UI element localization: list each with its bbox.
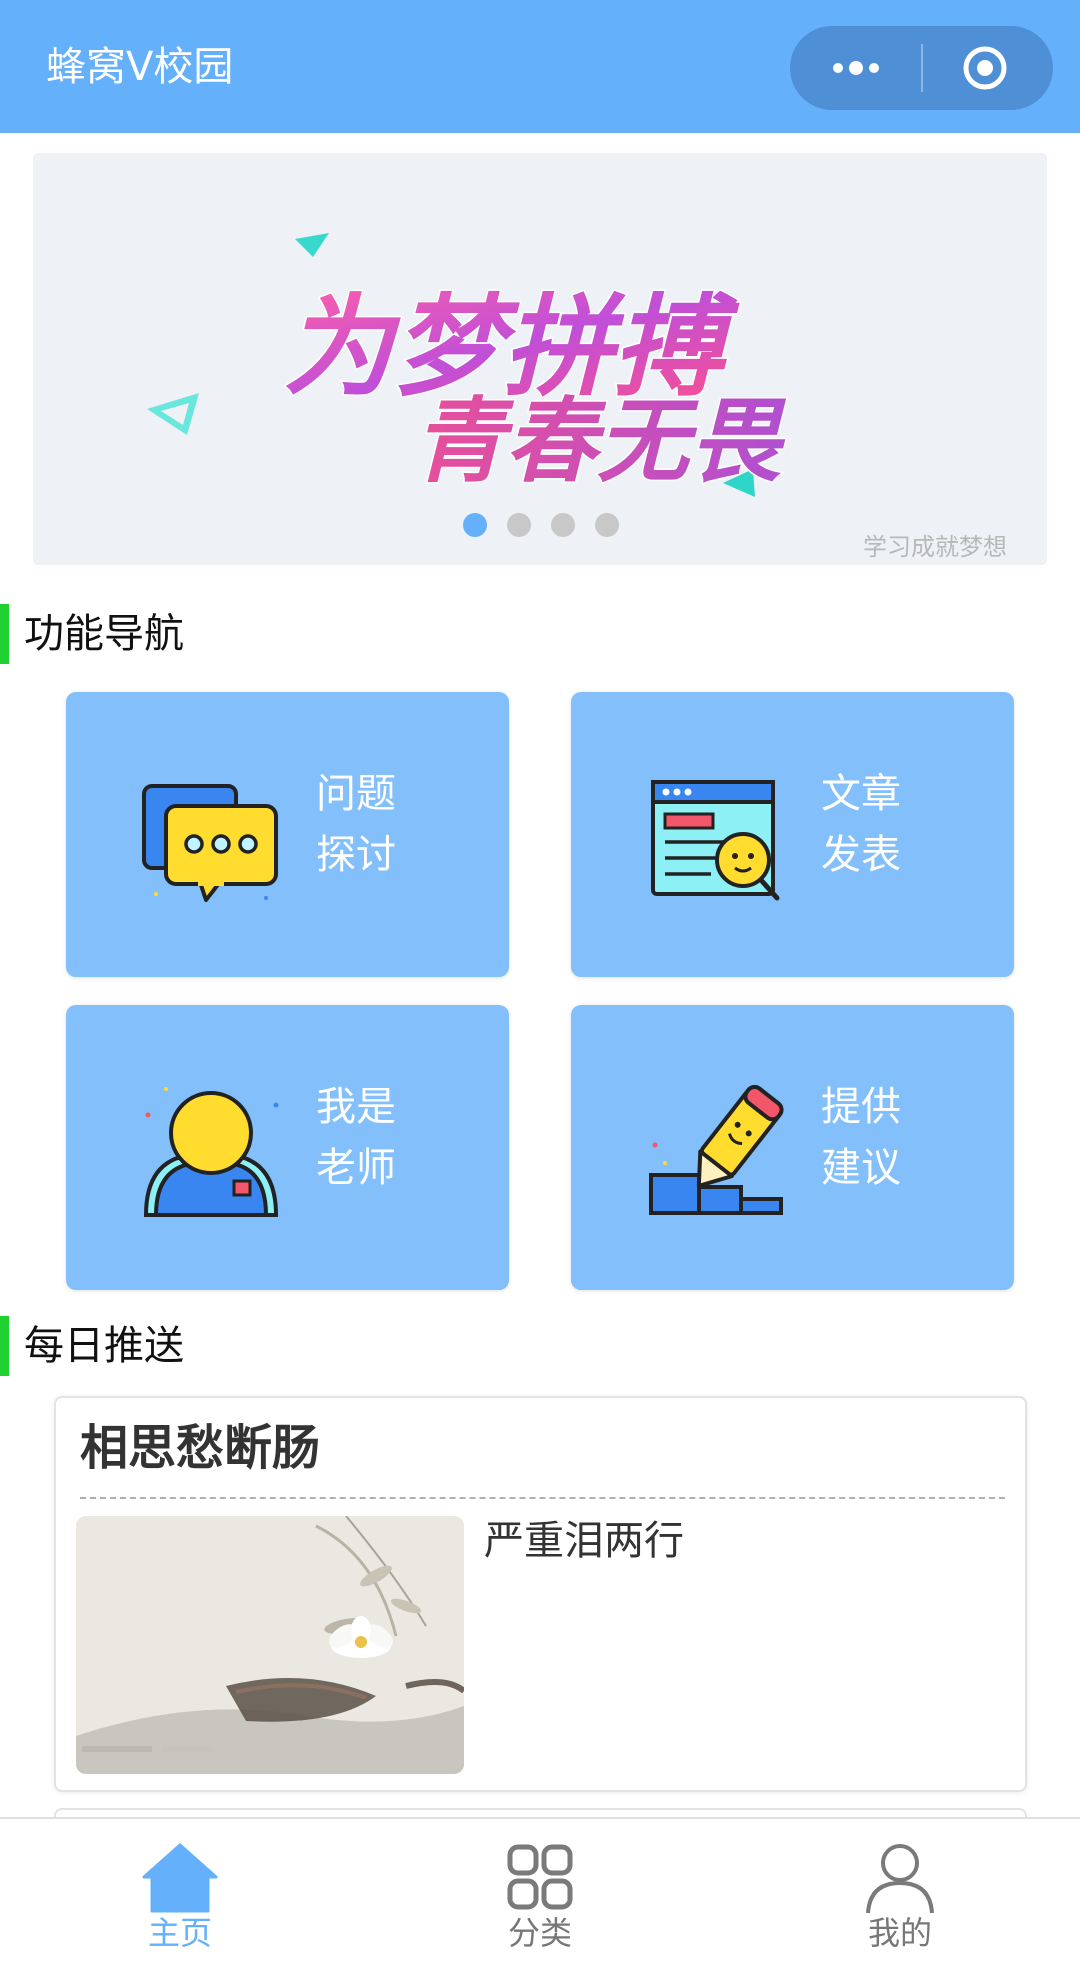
carousel-indicators [0, 513, 1080, 541]
post-title: 相思愁断肠 [80, 1420, 321, 1476]
section-header-features: 功能导航 [0, 604, 1080, 664]
banner-carousel[interactable]: 为梦拼搏 青春无畏 学习成就梦想 [33, 153, 1047, 565]
tab-mine[interactable]: 我的 [720, 1819, 1080, 1964]
feature-label-line2: 探讨 [316, 832, 396, 878]
home-icon [142, 1843, 218, 1913]
teacher-avatar-icon [143, 1087, 279, 1217]
nav-bar: 蜂窝V校园 [0, 0, 1080, 133]
feature-card-article[interactable]: 文章 发表 [571, 692, 1014, 977]
tab-category[interactable]: 分类 [360, 1819, 720, 1964]
tab-home[interactable]: 主页 [0, 1819, 360, 1964]
feature-label-line1: 问题 [316, 771, 396, 817]
more-dots-icon[interactable] [828, 48, 884, 88]
grid-icon [507, 1844, 573, 1910]
capsule-divider [921, 44, 923, 92]
banner-slogan-line2: 青春无畏 [413, 387, 787, 495]
post-divider [80, 1497, 1005, 1499]
section-title: 每日推送 [24, 1323, 184, 1369]
feature-card-label: 文章 发表 [821, 764, 961, 886]
feature-card-label: 问题 探讨 [316, 764, 456, 886]
section-title: 功能导航 [24, 611, 184, 657]
browser-article-icon [651, 780, 780, 901]
section-header-daily: 每日推送 [0, 1316, 1080, 1376]
tab-label: 我的 [867, 1914, 932, 1952]
tab-label: 主页 [147, 1914, 212, 1952]
chat-bubbles-icon [142, 784, 278, 902]
capsule-menu [790, 26, 1053, 110]
feature-label-line2: 建议 [821, 1145, 901, 1191]
bottom-tab-bar: 主页 分类 我的 [0, 1817, 1080, 1964]
feature-label-line1: 文章 [821, 771, 901, 817]
page: 蜂窝V校园 为梦拼搏 青春无畏 学习成就梦想 功能导航 问题 探讨 文章 发表 … [0, 0, 1080, 1964]
tab-label: 分类 [507, 1914, 572, 1952]
section-accent-bar [0, 604, 9, 664]
feature-card-suggestion[interactable]: 提供 建议 [571, 1005, 1014, 1290]
carousel-dot[interactable] [551, 513, 575, 537]
feature-card-discussion[interactable]: 问题 探讨 [66, 692, 509, 977]
feature-card-label: 我是 老师 [316, 1077, 456, 1199]
feature-label-line2: 老师 [316, 1145, 396, 1191]
carousel-dot[interactable] [595, 513, 619, 537]
daily-post-card[interactable]: 相思愁断肠 严重泪两行 [54, 1396, 1027, 1792]
feature-label-line2: 发表 [821, 832, 901, 878]
app-title: 蜂窝V校园 [46, 44, 234, 90]
feature-card-teacher[interactable]: 我是 老师 [66, 1005, 509, 1290]
feature-card-label: 提供 建议 [821, 1077, 961, 1199]
post-excerpt: 严重泪两行 [484, 1518, 684, 1564]
section-accent-bar [0, 1316, 9, 1376]
user-icon [866, 1844, 934, 1914]
pencil-steps-icon [649, 1084, 784, 1215]
lotus-painting-image [76, 1516, 464, 1774]
target-circle-icon[interactable] [962, 45, 1008, 91]
post-thumbnail [76, 1516, 464, 1774]
carousel-dot[interactable] [507, 513, 531, 537]
banner-image: 为梦拼搏 青春无畏 学习成就梦想 [33, 153, 1047, 565]
feature-label-line1: 提供 [821, 1084, 901, 1130]
carousel-dot-active[interactable] [463, 513, 487, 537]
feature-label-line1: 我是 [316, 1084, 396, 1130]
